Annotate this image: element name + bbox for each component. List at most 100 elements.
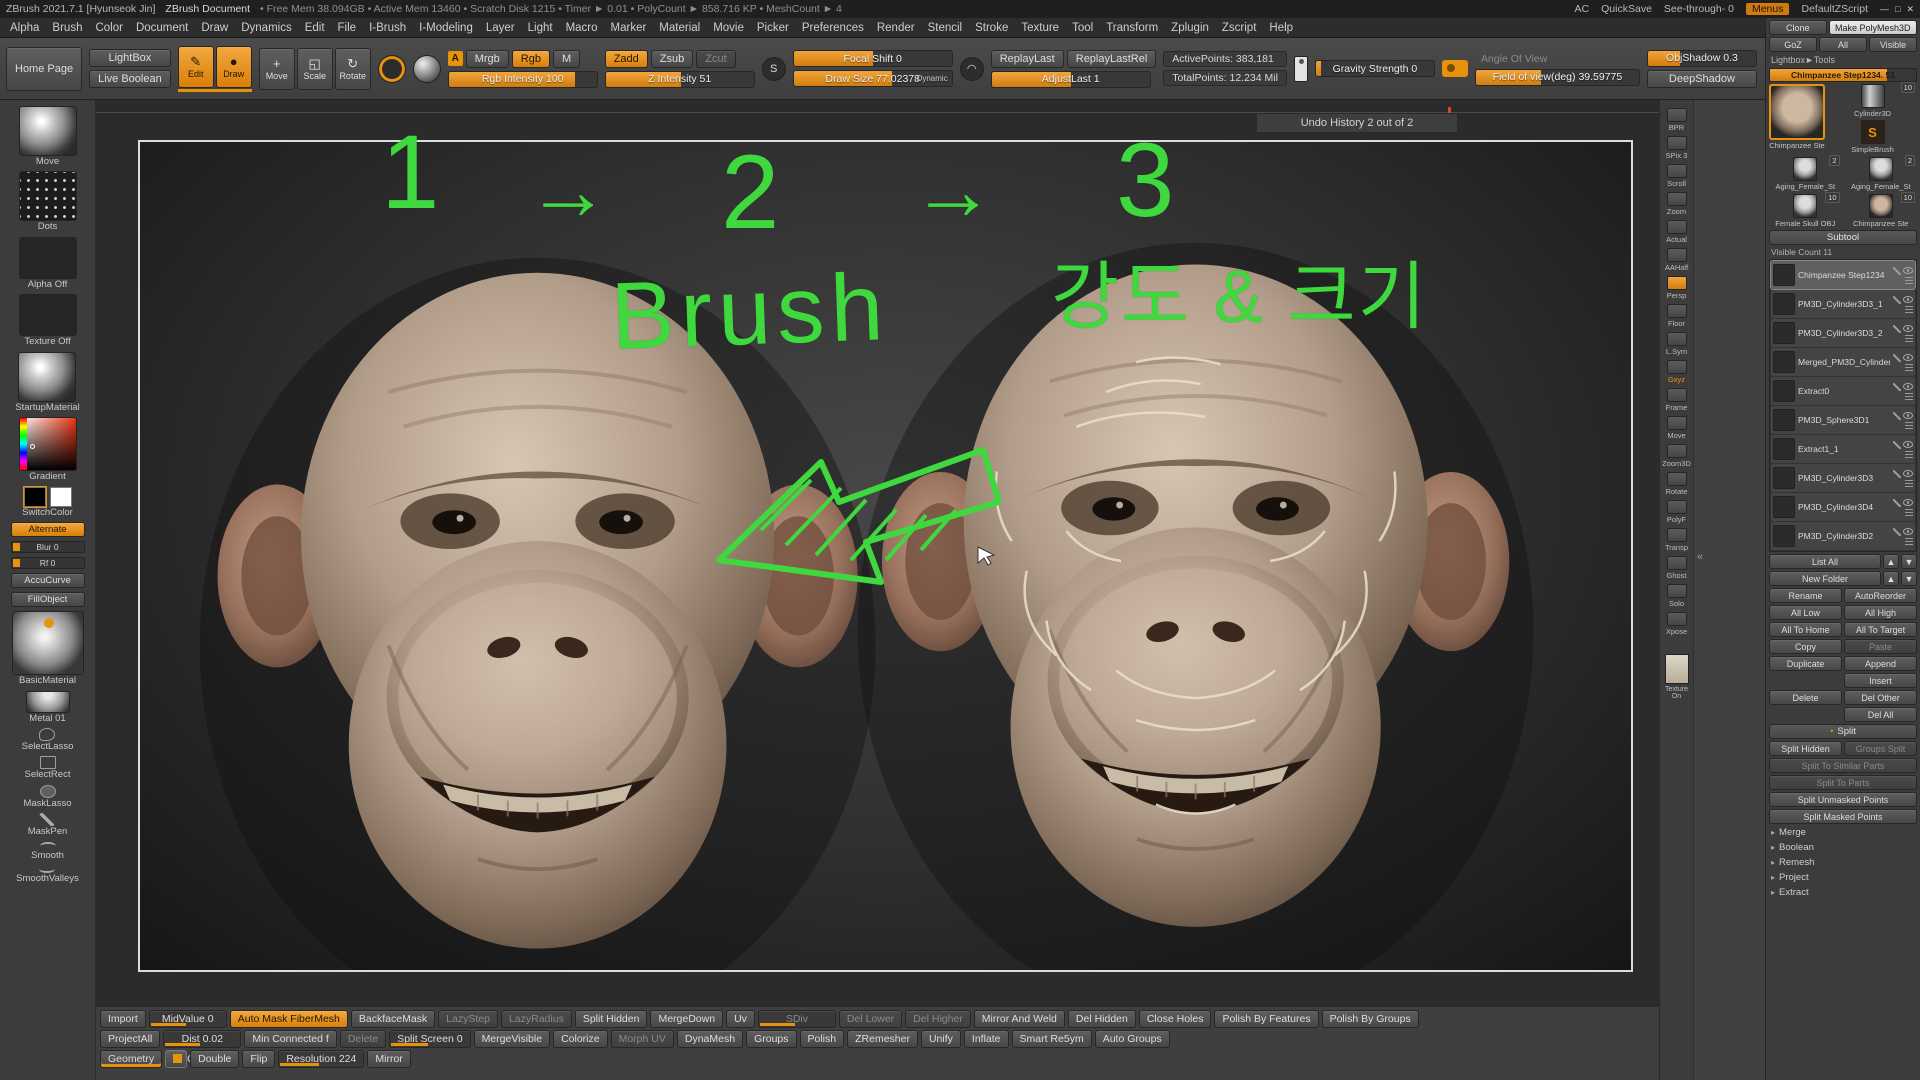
quicksave-button[interactable]: QuickSave <box>1601 3 1652 15</box>
goz-all-button[interactable]: All <box>1819 37 1867 52</box>
subtool-row[interactable]: Chimpanzee Step1234 <box>1771 261 1915 289</box>
smooth-brush-tool[interactable]: Smooth <box>31 842 64 861</box>
zadd-button[interactable]: Zadd <box>605 50 648 68</box>
rf-slider[interactable]: Rf 0 <box>11 557 85 569</box>
tool-thumb[interactable]: 10 Chimpanzee Ste <box>1845 194 1918 228</box>
bottom-button[interactable]: ProjectAll <box>100 1030 160 1048</box>
polypaint-icon[interactable] <box>1893 499 1901 507</box>
simplebrush-logo[interactable]: S <box>1861 120 1885 144</box>
see-through-slider[interactable]: See-through- 0 <box>1664 3 1734 15</box>
bottom-button[interactable]: ZRemesher <box>847 1030 918 1048</box>
subpalette-header[interactable]: Remesh <box>1769 856 1917 869</box>
make-polymesh3d-button[interactable]: Make PolyMesh3D <box>1829 20 1917 35</box>
subtool-thumb[interactable] <box>1773 409 1795 431</box>
polypaint-icon[interactable] <box>1893 528 1901 536</box>
menu-item[interactable]: File <box>338 22 357 34</box>
current-tool-preview[interactable] <box>19 106 77 156</box>
subtool-row[interactable]: PM3D_Cylinder3D3_2 <box>1771 319 1915 347</box>
bottom-button[interactable]: LazyRadius <box>501 1010 572 1028</box>
focal-shift-slider[interactable]: Focal Shift 0 <box>793 50 953 67</box>
maximize-icon[interactable]: □ <box>1895 4 1900 15</box>
subpalette-header[interactable]: Project <box>1769 871 1917 884</box>
bottom-button[interactable]: Color <box>165 1050 187 1068</box>
current-brush-icon[interactable] <box>378 55 406 83</box>
home-page-button[interactable]: Home Page <box>6 47 82 91</box>
goz-visible-button[interactable]: Visible <box>1869 37 1917 52</box>
folder-up-icon[interactable]: ▲ <box>1883 571 1899 586</box>
menu-item[interactable]: I-Brush <box>369 22 406 34</box>
visibility-eye-icon[interactable] <box>1903 296 1913 303</box>
shelf-button[interactable]: Transp <box>1660 528 1693 552</box>
rgb-intensity-slider[interactable]: Rgb Intensity 100 <box>448 71 598 88</box>
bottom-button[interactable]: Dist 0.02 <box>163 1030 241 1048</box>
subtool-options-icon[interactable] <box>1905 538 1913 545</box>
primary-color-swatch[interactable] <box>24 487 46 507</box>
menu-item[interactable]: Edit <box>305 22 325 34</box>
tool-thumb[interactable]: 2 Aging_Female_St <box>1845 157 1918 191</box>
subtool-header[interactable]: Subtool <box>1769 230 1917 245</box>
fillobject-button[interactable]: FillObject <box>11 592 85 607</box>
obj-shadow-slider[interactable]: ObjShadow 0.3 <box>1647 50 1757 67</box>
tool-thumb[interactable]: S SimpleBrush <box>1828 120 1917 154</box>
menu-item[interactable]: Brush <box>52 22 82 34</box>
subtool-options-icon[interactable] <box>1905 509 1913 516</box>
select-lasso-tool[interactable]: SelectLasso <box>22 728 74 752</box>
chimpanzee-thumb-small[interactable] <box>1869 194 1893 218</box>
select-rect-tool[interactable]: SelectRect <box>25 756 71 780</box>
split-button[interactable]: Split Hidden <box>1769 741 1842 756</box>
cylinder3d-thumb[interactable] <box>1861 84 1885 108</box>
shelf-button[interactable]: Scroll <box>1660 164 1693 188</box>
subtool-thumb[interactable] <box>1773 438 1795 460</box>
polypaint-icon[interactable] <box>1893 267 1901 275</box>
menu-item[interactable]: Zplugin <box>1171 22 1209 34</box>
bottom-button[interactable]: Morph UV <box>611 1030 674 1048</box>
clone-button[interactable]: Clone <box>1769 20 1827 35</box>
bottom-button[interactable]: Resolution 224 <box>278 1050 364 1068</box>
visibility-eye-icon[interactable] <box>1903 528 1913 535</box>
visibility-eye-icon[interactable] <box>1903 383 1913 390</box>
rotate-button[interactable]: ↻Rotate <box>335 48 371 90</box>
subtool-action-button[interactable]: Del All <box>1844 707 1917 722</box>
subtool-options-icon[interactable] <box>1905 277 1913 284</box>
list-all-button[interactable]: List All <box>1769 554 1881 569</box>
menu-item[interactable]: Preferences <box>802 22 864 34</box>
bottom-button[interactable]: LazyStep <box>438 1010 498 1028</box>
shelf-button[interactable]: Zoom <box>1660 192 1693 216</box>
bottom-button[interactable]: Unify <box>921 1030 961 1048</box>
subtool-action-button[interactable]: Copy <box>1769 639 1842 654</box>
subtool-thumb[interactable] <box>1773 380 1795 402</box>
menu-item[interactable]: Document <box>136 22 188 34</box>
menu-item[interactable]: Stencil <box>928 22 963 34</box>
shelf-button[interactable]: Persp <box>1660 276 1693 300</box>
metal-material-preview[interactable] <box>26 691 70 713</box>
subtool-action-button[interactable]: Delete <box>1769 690 1842 705</box>
zsub-button[interactable]: Zsub <box>651 50 693 68</box>
shelf-button[interactable]: AAHalf <box>1660 248 1693 272</box>
z-intensity-slider[interactable]: Z Intensity 51 <box>605 71 755 88</box>
subtool-options-icon[interactable] <box>1905 422 1913 429</box>
replay-last-rel-button[interactable]: ReplayLastRel <box>1067 50 1157 68</box>
polypaint-icon[interactable] <box>1893 383 1901 391</box>
adjust-last-slider[interactable]: AdjustLast 1 <box>991 71 1151 88</box>
tool-thumb[interactable]: 10 Female Skull OBJ <box>1769 194 1842 228</box>
tool-thumb[interactable]: 10 Cylinder3D <box>1828 84 1917 118</box>
texture-thumbnail[interactable] <box>1665 654 1689 684</box>
subtool-options-icon[interactable] <box>1905 306 1913 313</box>
lightbox-tools-label[interactable]: Lightbox►Tools <box>1769 54 1917 66</box>
shelf-button[interactable]: Floor <box>1660 304 1693 328</box>
lightbox-button[interactable]: LightBox <box>89 49 171 67</box>
menus-button[interactable]: Menus <box>1746 3 1790 15</box>
shelf-button[interactable]: Solo <box>1660 584 1693 608</box>
bottom-button[interactable]: Delete <box>340 1030 386 1048</box>
menu-item[interactable]: I-Modeling <box>419 22 473 34</box>
subtool-action-button[interactable]: Append <box>1844 656 1917 671</box>
menu-item[interactable]: Dynamics <box>241 22 291 34</box>
shelf-button[interactable]: Zoom3D <box>1660 444 1693 468</box>
deep-shadow-button[interactable]: DeepShadow <box>1647 70 1757 88</box>
mask-pen-tool[interactable]: MaskPen <box>28 813 68 837</box>
subtool-options-icon[interactable] <box>1905 335 1913 342</box>
visibility-eye-icon[interactable] <box>1903 499 1913 506</box>
rgb-button[interactable]: Rgb <box>512 50 550 68</box>
polypaint-icon[interactable] <box>1893 354 1901 362</box>
shelf-button[interactable]: PolyF <box>1660 500 1693 524</box>
